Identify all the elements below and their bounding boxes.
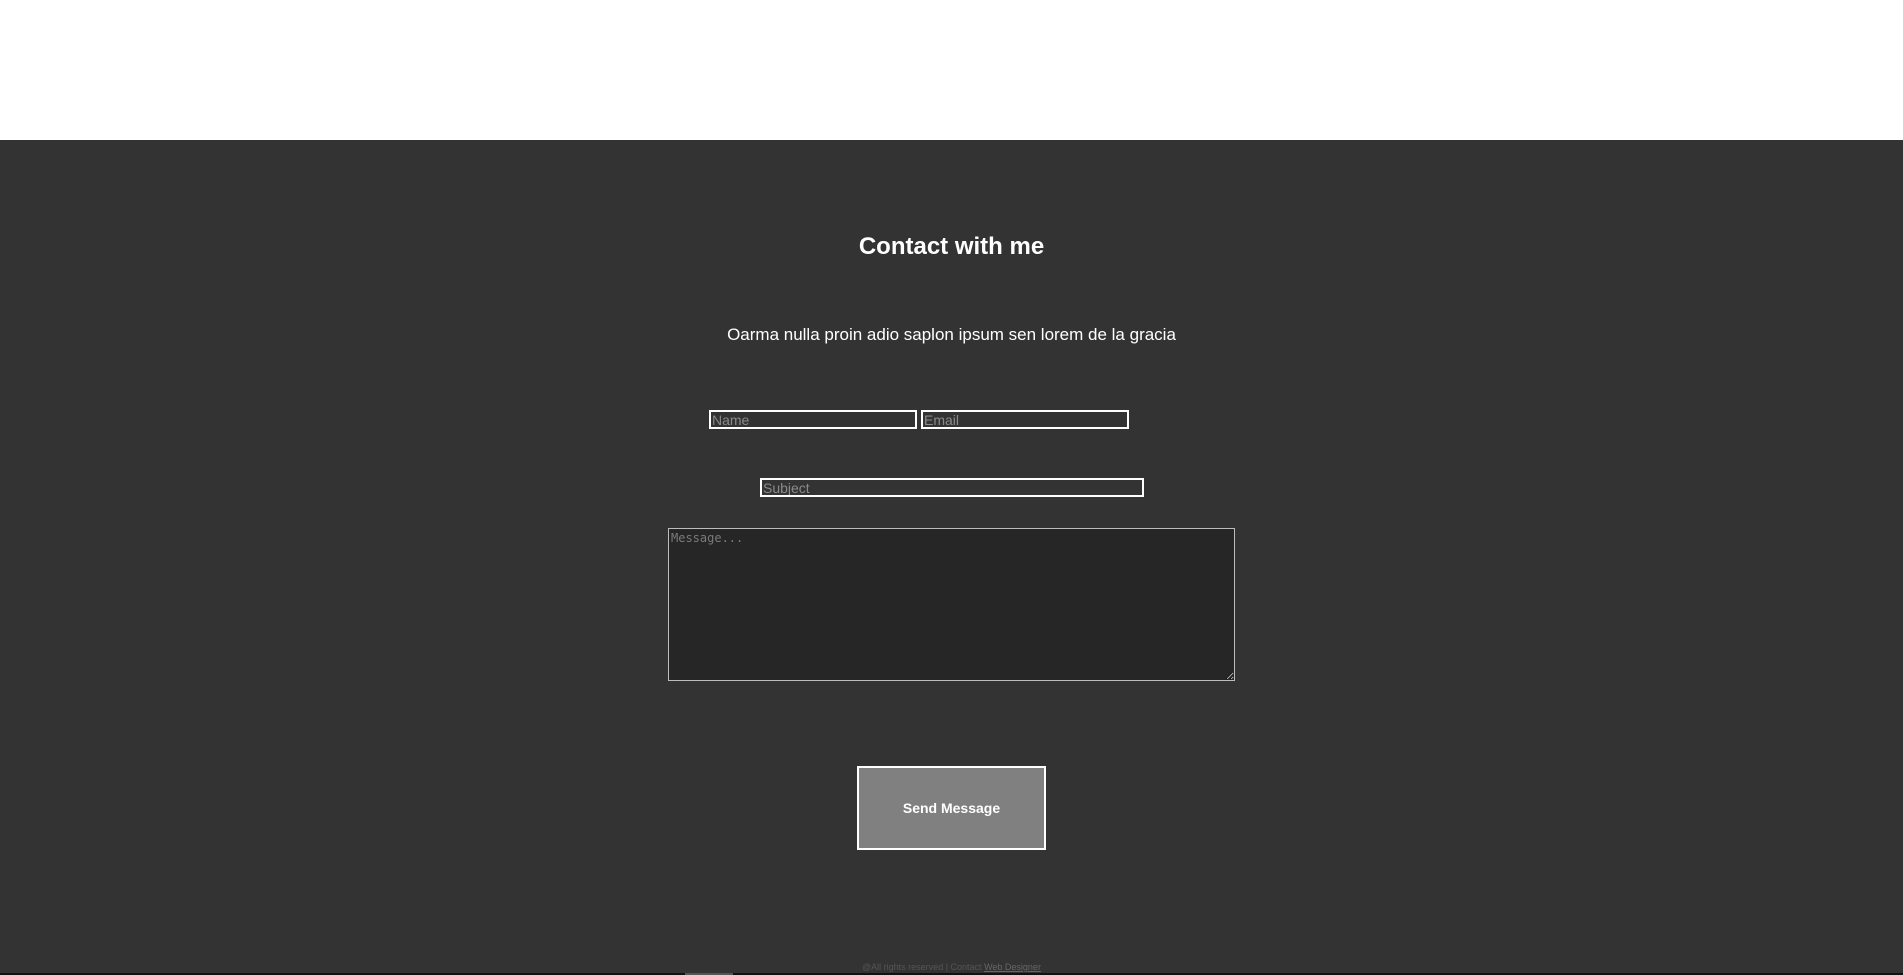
footer: @All rights reserved | Contact Web Desig… (0, 962, 1903, 972)
top-blank-area (0, 0, 1903, 140)
contact-title: Contact with me (858, 233, 1045, 260)
footer-copyright: @All rights reserved | Contact (862, 962, 982, 972)
contact-section: Contact with me Oarma nulla proin adio s… (0, 140, 1903, 975)
name-input[interactable] (709, 410, 917, 429)
subject-input[interactable] (760, 478, 1144, 497)
message-textarea[interactable] (668, 528, 1235, 681)
email-input[interactable] (921, 410, 1129, 429)
send-message-button[interactable]: Send Message (857, 766, 1046, 850)
footer-designer-link[interactable]: Web Designer (984, 962, 1041, 972)
contact-subtitle: Oarma nulla proin adio saplon ipsum sen … (727, 325, 1176, 344)
